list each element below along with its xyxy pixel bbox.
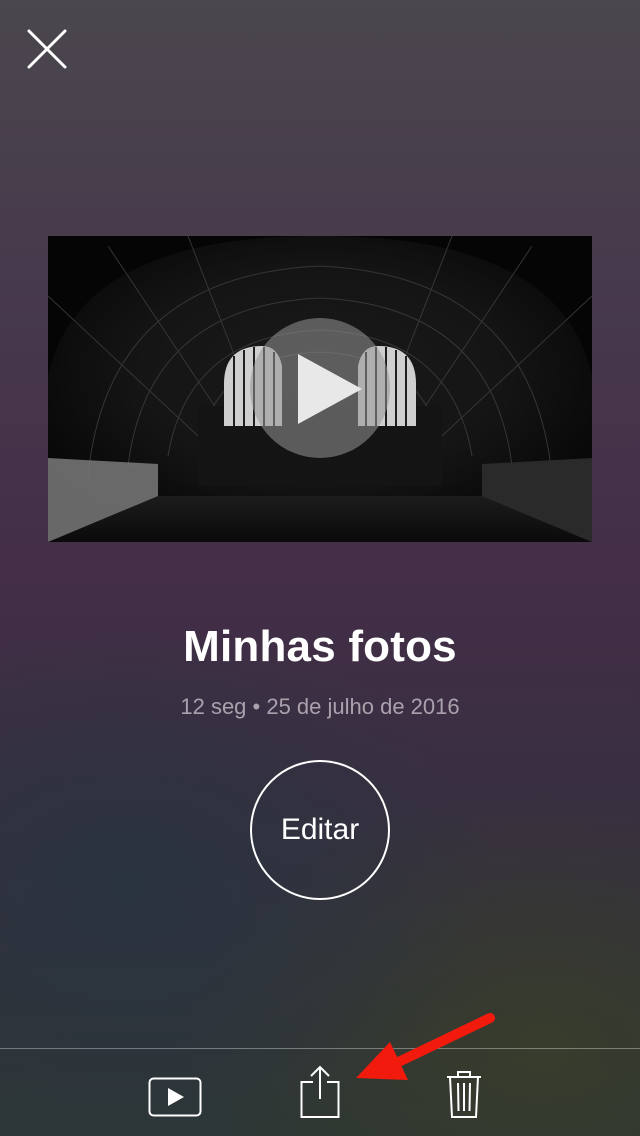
memory-meta: 12 seg • 25 de julho de 2016 — [180, 694, 460, 719]
slideshow-button[interactable] — [148, 1077, 202, 1117]
close-button[interactable] — [22, 24, 70, 72]
trash-icon — [447, 1071, 481, 1118]
memory-title: Minhas fotos — [183, 622, 457, 671]
edit-button[interactable]: Editar — [250, 760, 390, 900]
memory-screen: Minhas fotos 12 seg • 25 de julho de 201… — [0, 0, 640, 1136]
close-icon — [27, 29, 67, 69]
play-button[interactable] — [250, 318, 390, 458]
share-icon — [300, 1065, 340, 1118]
edit-label: Editar — [280, 813, 360, 846]
delete-button[interactable] — [446, 1069, 482, 1119]
play-icon — [298, 354, 362, 424]
bottom-toolbar — [0, 1048, 640, 1136]
share-button[interactable] — [300, 1065, 340, 1119]
slideshow-play-icon — [148, 1077, 202, 1117]
